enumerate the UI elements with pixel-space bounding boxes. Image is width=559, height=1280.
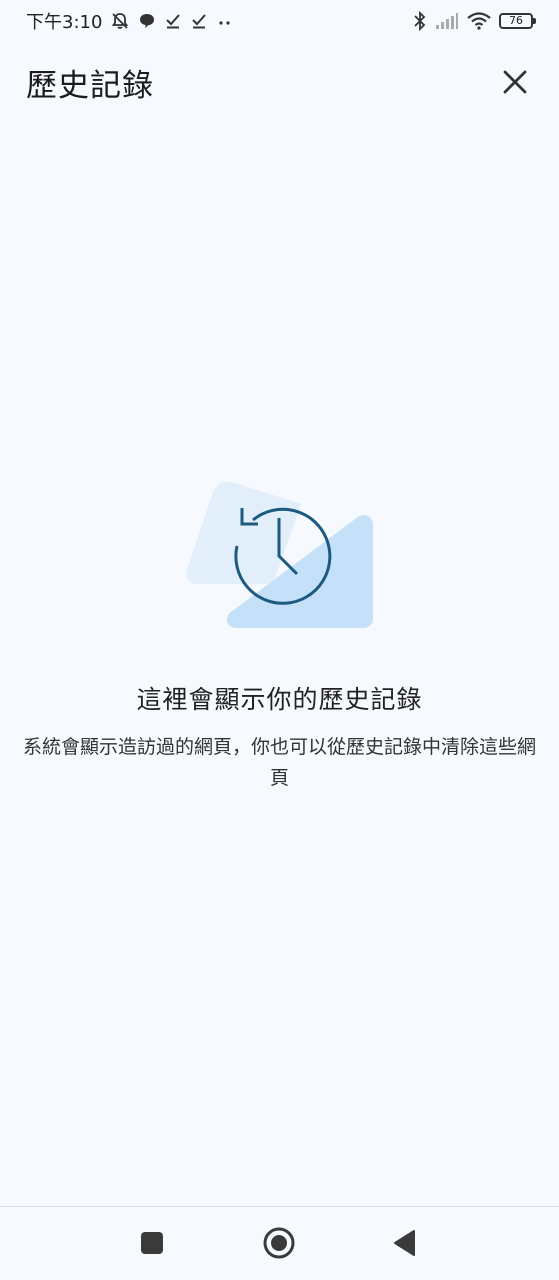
battery-indicator: 76 [499, 13, 536, 29]
download-done-icon [190, 12, 208, 30]
bell-off-icon [110, 11, 130, 31]
app-bar: 歷史記錄 [0, 52, 559, 112]
recents-square-icon [141, 1232, 163, 1254]
bluetooth-icon [413, 11, 427, 31]
status-left: 下午3:10 [26, 8, 234, 34]
home-button[interactable] [261, 1225, 297, 1261]
recents-button[interactable] [134, 1225, 170, 1261]
system-nav-bar [0, 1207, 559, 1280]
empty-state-description: 系統會顯示造訪過的網頁，你也可以從歷史記錄中清除這些網頁 [22, 736, 536, 789]
home-circle-icon [263, 1227, 295, 1259]
empty-state-title: 這裡會顯示你的歷史記錄 [136, 685, 423, 714]
status-bar: 下午3:10 76 [0, 0, 559, 42]
close-icon [503, 70, 527, 94]
back-triangle-icon [394, 1230, 415, 1256]
chat-bubble-icon [138, 12, 156, 30]
wifi-icon [467, 12, 491, 30]
history-screen: 下午3:10 76 歷史記錄 這裡會顯示你的歷史記錄 系統會顯示造訪過的網頁，你… [0, 0, 559, 1280]
close-button[interactable] [495, 62, 535, 102]
history-clock-icon [186, 481, 373, 628]
more-dots-icon [216, 12, 234, 30]
back-button[interactable] [387, 1225, 423, 1261]
signal-icon [435, 12, 459, 30]
status-right: 76 [413, 11, 536, 31]
download-done-icon [164, 12, 182, 30]
status-time: 下午3:10 [26, 12, 103, 33]
history-illustration [183, 480, 377, 632]
page-title: 歷史記錄 [26, 67, 154, 104]
